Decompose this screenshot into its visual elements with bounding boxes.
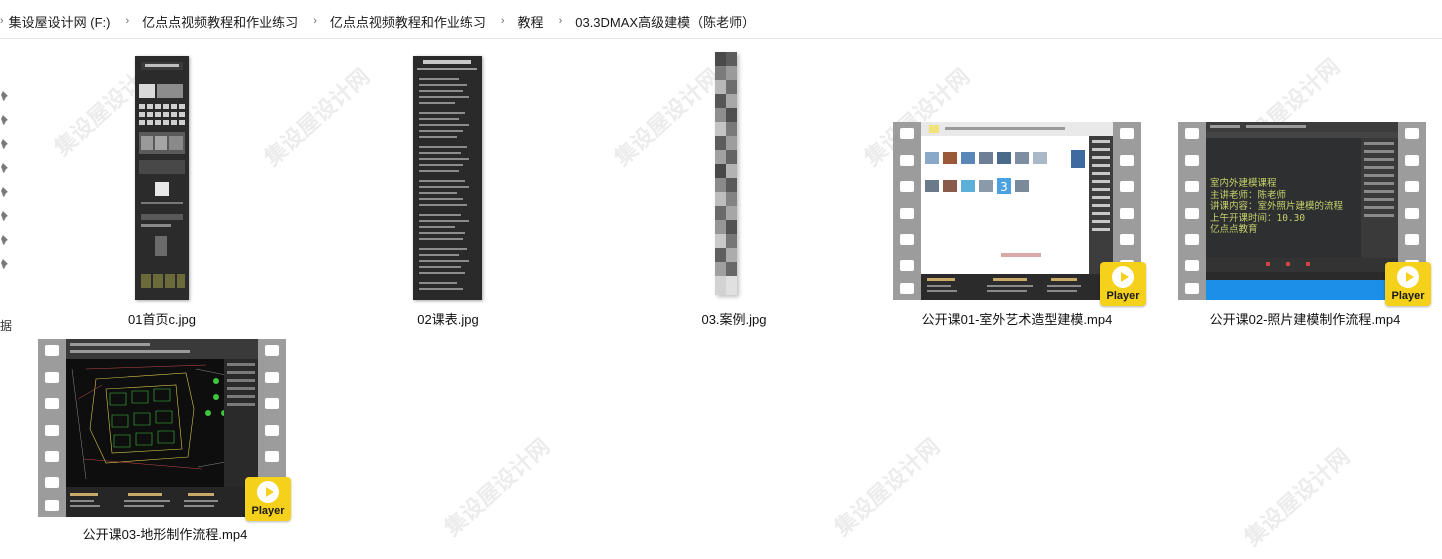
file-name: 01首页c.jpg (128, 312, 196, 327)
pin-icon[interactable] (0, 234, 10, 246)
video-frame: 3 (921, 122, 1113, 300)
badge-label: Player (1391, 290, 1425, 302)
video-text-line: 室内外建模课程 (1210, 178, 1277, 189)
watermark: 集设屋设计网 (829, 433, 945, 541)
nav-item-label[interactable]: 据 (0, 317, 12, 334)
chevron-right-icon[interactable]: › (546, 15, 574, 27)
watermark: 集设屋设计网 (1239, 443, 1355, 551)
video-frame (66, 339, 258, 517)
player-badge: Player (1100, 262, 1146, 306)
pin-icon[interactable] (0, 90, 10, 102)
video-thumbnail: 室内外建模课程 主讲老师：陈老师 讲课内容：室外照片建模的流程 上午开课时间：1… (1178, 122, 1431, 306)
badge-label: Player (1106, 290, 1140, 302)
chevron-right-icon[interactable]: › (300, 15, 328, 27)
video-thumbnail: 3 Player (893, 122, 1146, 306)
video-text-line: 上午开课时间：10.30 (1210, 212, 1306, 224)
pin-icon[interactable] (0, 114, 10, 126)
watermark: 集设屋设计网 (609, 63, 725, 171)
video-text-line: 讲课内容：室外照片建模的流程 (1210, 201, 1344, 212)
breadcrumb-item-current[interactable]: 03.3DMAX高级建模（陈老师） (573, 12, 757, 31)
video-text-line: 主讲老师：陈老师 (1210, 189, 1287, 201)
video-text-line: 亿点点教育 (1210, 224, 1258, 235)
svg-text:3: 3 (1000, 180, 1008, 194)
file-name: 公开课03-地形制作流程.mp4 (82, 527, 248, 542)
breadcrumb-item-folder[interactable]: 亿点点视频教程和作业练习 (140, 12, 300, 31)
chevron-right-icon[interactable]: › (488, 15, 516, 27)
pin-icon[interactable] (0, 210, 10, 222)
breadcrumb-item-folder[interactable]: 教程 (516, 12, 546, 31)
breadcrumb-item-drive[interactable]: 集设屋设计网 (F:) (7, 12, 113, 31)
video-frame: 室内外建模课程 主讲老师：陈老师 讲课内容：室外照片建模的流程 上午开课时间：1… (1206, 122, 1398, 300)
pin-icon[interactable] (0, 138, 10, 150)
file-name: 公开课01-室外艺术造型建模.mp4 (921, 312, 1113, 327)
file-name: 03.案例.jpg (701, 312, 767, 327)
watermark: 集设屋设计网 (259, 63, 375, 171)
video-thumbnail: Player (38, 339, 291, 521)
player-badge: Player (245, 477, 291, 521)
image-thumbnail (413, 56, 482, 300)
pin-icon[interactable] (0, 162, 10, 174)
image-thumbnail (715, 52, 737, 295)
pin-icon[interactable] (0, 186, 10, 198)
chevron-right-icon[interactable]: › (113, 15, 141, 27)
player-badge: Player (1385, 262, 1431, 306)
pin-icon[interactable] (0, 258, 10, 270)
breadcrumb: › 集设屋设计网 (F:) › 亿点点视频教程和作业练习 › 亿点点视频教程和作… (0, 12, 757, 30)
image-thumbnail (135, 56, 189, 300)
watermark: 集设屋设计网 (439, 433, 555, 541)
badge-label: Player (251, 505, 285, 517)
file-name: 公开课02-照片建模制作流程.mp4 (1209, 312, 1401, 327)
chevron-right-icon[interactable]: › (0, 15, 7, 27)
breadcrumb-item-folder[interactable]: 亿点点视频教程和作业练习 (328, 12, 488, 31)
file-name: 02课表.jpg (417, 312, 479, 327)
address-bar: › 集设屋设计网 (F:) › 亿点点视频教程和作业练习 › 亿点点视频教程和作… (0, 0, 1442, 39)
navigation-pane: 据 (0, 38, 14, 559)
